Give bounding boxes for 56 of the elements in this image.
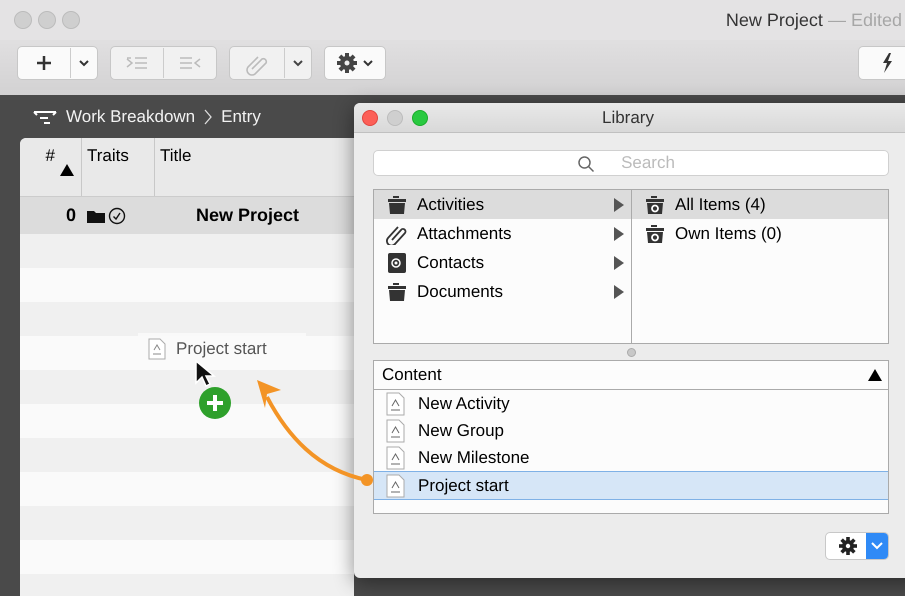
close-button[interactable] — [362, 110, 378, 126]
caret-icon — [293, 60, 303, 66]
cursor-icon — [194, 360, 216, 388]
window-title: New Project — [726, 10, 823, 30]
caret-icon — [79, 60, 89, 66]
edited-status: — Edited — [828, 10, 902, 30]
lightning-icon — [881, 53, 893, 73]
document-icon — [386, 418, 406, 442]
category-item[interactable]: Contacts — [374, 248, 631, 277]
document-icon — [148, 338, 166, 360]
caret-icon — [870, 541, 884, 551]
splitter-handle[interactable] — [626, 348, 636, 356]
category-item[interactable]: Attachments — [374, 219, 631, 248]
add-badge-icon — [198, 386, 232, 420]
content-item[interactable]: Project start — [374, 471, 888, 500]
disclosure-arrow-icon — [613, 198, 625, 212]
zoom-button[interactable] — [412, 110, 428, 126]
add-button-group[interactable] — [17, 46, 98, 80]
search-icon — [577, 155, 595, 173]
settings-button[interactable] — [324, 46, 386, 80]
content-item[interactable]: New Group — [374, 417, 888, 444]
minimize-button[interactable] — [38, 11, 56, 29]
column-header[interactable]: Content — [374, 361, 888, 390]
folder-icon — [386, 280, 408, 302]
link-button-group[interactable] — [229, 46, 312, 80]
row-title: New Project — [195, 205, 300, 226]
category-item[interactable]: Activities — [374, 190, 631, 219]
category-item[interactable]: Documents — [374, 277, 631, 306]
collection-item[interactable]: All Items (4) — [632, 190, 888, 219]
window-title: Library — [602, 108, 654, 128]
search-field[interactable]: Search — [373, 150, 889, 176]
lightning-button[interactable] — [858, 46, 905, 80]
column-header[interactable]: Traits — [82, 138, 155, 196]
document-icon — [386, 474, 406, 498]
document-icon — [386, 446, 406, 470]
content-item[interactable]: New Milestone — [374, 444, 888, 471]
action-menu-button[interactable] — [825, 532, 889, 560]
indent-button-group[interactable] — [110, 46, 217, 80]
column-header[interactable]: Title — [155, 138, 354, 196]
collection-item[interactable]: Own Items (0) — [632, 219, 888, 248]
zoom-button[interactable] — [62, 11, 80, 29]
disclosure-arrow-icon — [613, 256, 625, 270]
disclosure-arrow-icon — [613, 226, 625, 240]
empty-row[interactable] — [20, 404, 354, 438]
breadcrumb-item[interactable]: Entry — [221, 106, 261, 126]
document-icon — [386, 392, 406, 416]
folder-icon — [386, 194, 408, 216]
minimize-button[interactable] — [387, 110, 403, 126]
disclosure-arrow-icon — [613, 284, 625, 298]
table-row[interactable]: 0 New Project — [20, 197, 354, 234]
content-item[interactable]: New Activity — [374, 390, 888, 417]
plus-icon — [36, 55, 52, 71]
column-header[interactable]: # — [20, 138, 82, 196]
close-button[interactable] — [14, 11, 32, 29]
row-number: 0 — [64, 205, 76, 226]
breadcrumb-item[interactable]: Work Breakdown — [66, 106, 196, 126]
